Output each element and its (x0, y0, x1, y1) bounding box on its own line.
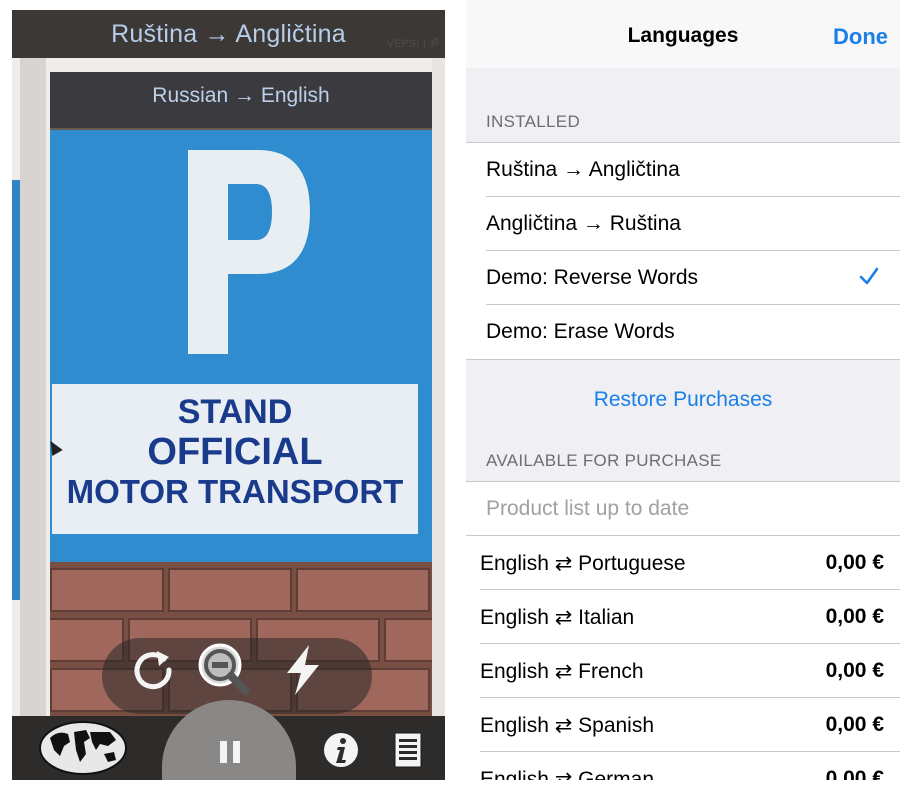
zoom-out-button[interactable] (196, 640, 254, 700)
product-label: English ⇄ Italian (480, 606, 635, 629)
flash-button[interactable] (274, 640, 332, 700)
product-row[interactable]: English ⇄ German 0,00 € (466, 752, 900, 780)
product-label: English ⇄ French (480, 660, 644, 683)
zoom-out-icon (198, 643, 250, 695)
installed-item-label: Angličtina → Ruština (486, 212, 681, 235)
app-title-bar: Ruština → Angličtina VEPS! | ॐ (12, 10, 445, 58)
sign-line-2: OFFICIAL (147, 431, 323, 473)
product-row[interactable]: English ⇄ Portuguese 0,00 € (466, 536, 900, 590)
info-button[interactable] (316, 722, 366, 778)
product-price-button[interactable]: 0,00 € (826, 713, 884, 737)
photo-edge-right (432, 58, 445, 778)
parking-p-glyph (188, 150, 310, 354)
product-row[interactable]: English ⇄ Spanish 0,00 € (466, 698, 900, 752)
sign-line-1: STAND (177, 393, 293, 431)
installed-item[interactable]: Angličtina → Ruština (466, 197, 900, 251)
installed-list: Ruština → Angličtina Angličtina → Ruštin… (466, 142, 900, 360)
rotate-icon (134, 651, 172, 690)
photo-edge (20, 58, 46, 778)
product-row[interactable]: English ⇄ French 0,00 € (466, 644, 900, 698)
purchase-list: Product list up to date English ⇄ Portug… (466, 481, 900, 780)
sign-line-3: MOTOR TRANSPORT (66, 473, 404, 510)
nav-bar: Languages Done (466, 0, 900, 68)
installed-section-header: INSTALLED (486, 112, 581, 131)
installed-item[interactable]: Ruština → Angličtina (466, 143, 900, 197)
product-price-button[interactable]: 0,00 € (826, 605, 884, 629)
product-label: English ⇄ Portuguese (480, 552, 686, 575)
rotate-button[interactable] (124, 640, 182, 700)
installed-item[interactable]: Demo: Erase Words (466, 305, 900, 359)
product-label: English ⇄ Spanish (480, 714, 655, 737)
info-icon (324, 733, 358, 767)
phrasebook-icon (394, 732, 422, 768)
restore-purchases-button[interactable]: Restore Purchases (466, 388, 900, 412)
world-map-icon (39, 721, 127, 775)
installed-item-selected[interactable]: Demo: Reverse Words (466, 251, 900, 305)
installed-item-label: Ruština → Angličtina (486, 158, 680, 181)
product-price-button[interactable]: 0,00 € (826, 551, 884, 575)
phrasebook-button[interactable] (384, 722, 434, 778)
installed-item-label: Demo: Erase Words (486, 320, 675, 343)
translation-direction-label: Russian → English (152, 84, 330, 107)
brand-mark: VEPS! | ॐ (386, 38, 439, 50)
pause-button[interactable] (200, 722, 260, 780)
language-map-button[interactable] (36, 716, 130, 780)
camera-translator-panel: STAND OFFICIAL MOTOR TRANSPORT Russian →… (12, 10, 445, 780)
installed-item-label: Demo: Reverse Words (486, 266, 699, 289)
product-row[interactable]: English ⇄ Italian 0,00 € (466, 590, 900, 644)
product-label: English ⇄ German (480, 768, 654, 780)
photo-edge-sign (12, 180, 20, 600)
status-text: Product list up to date (486, 497, 690, 520)
checkmark-icon (859, 267, 879, 285)
current-language-pair[interactable]: Ruština → Angličtina (111, 20, 346, 49)
product-list-status: Product list up to date (466, 482, 900, 536)
sign-text: STAND OFFICIAL MOTOR TRANSPORT (52, 392, 418, 512)
languages-panel: Languages Done INSTALLED Ruština → Angli… (466, 0, 900, 780)
product-price-button[interactable]: 0,00 € (826, 659, 884, 683)
done-button[interactable]: Done (833, 24, 888, 50)
pause-icon (220, 741, 240, 763)
flash-icon (287, 645, 319, 695)
product-price-button[interactable]: 0,00 € (826, 767, 884, 780)
available-section-header: AVAILABLE FOR PURCHASE (486, 451, 722, 470)
